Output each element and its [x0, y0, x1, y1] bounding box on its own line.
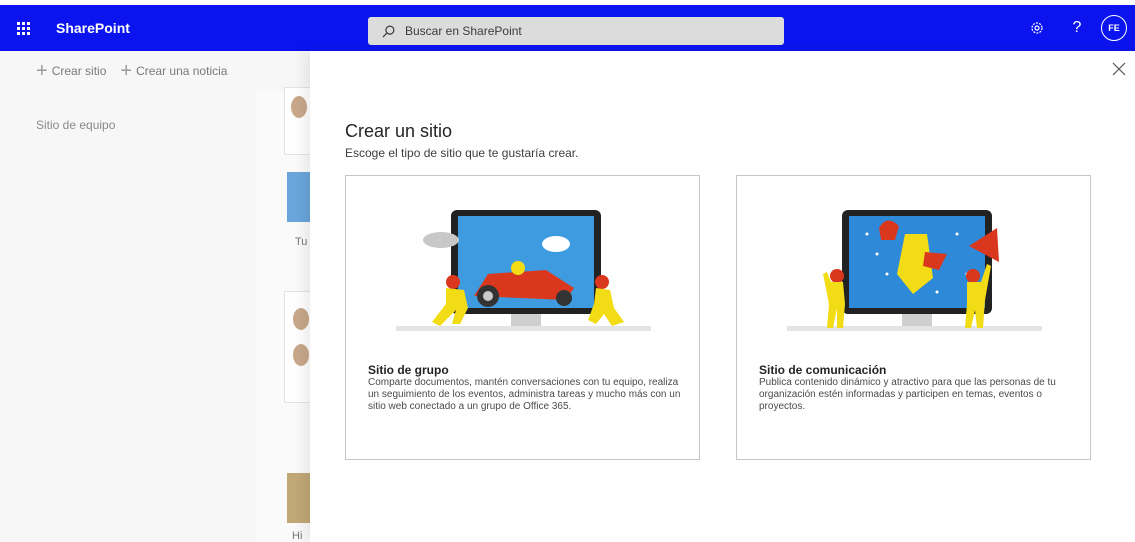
sharepoint-page: SharePoint Buscar en SharePoint ? FE + C…	[0, 0, 1135, 542]
app-name[interactable]: SharePoint	[56, 20, 130, 36]
avatar	[293, 308, 309, 330]
user-avatar[interactable]: FE	[1101, 15, 1127, 41]
search-icon	[382, 25, 395, 37]
gear-icon	[1031, 22, 1043, 34]
communication-site-illustration	[787, 210, 1042, 331]
team-site-option[interactable]: Sitio de grupo Comparte documentos, mant…	[345, 175, 700, 460]
plus-icon: +	[120, 60, 133, 82]
option-description: Comparte documentos, mantén conversacion…	[368, 377, 681, 412]
plus-icon: +	[36, 60, 48, 82]
background-text: Hi	[292, 530, 303, 542]
suite-bar-right: ? FE	[1017, 5, 1135, 51]
search-box[interactable]: Buscar en SharePoint	[368, 17, 784, 45]
help-icon: ?	[1072, 19, 1082, 36]
nav-item-team-site[interactable]: Sitio de equipo	[36, 118, 115, 132]
option-title: Sitio de comunicación	[759, 363, 887, 377]
create-news-button[interactable]: + Crear una noticia	[120, 61, 227, 81]
create-site-panel: Crear un sitio Escoge el tipo de sitio q…	[310, 51, 1135, 542]
team-site-illustration	[396, 210, 651, 331]
close-panel-button[interactable]	[1109, 59, 1129, 79]
help-button[interactable]: ?	[1057, 5, 1097, 51]
app-launcher-button[interactable]	[0, 5, 46, 51]
avatar	[291, 96, 307, 118]
background-text: Tu	[295, 236, 308, 248]
create-news-label: Crear una noticia	[136, 64, 228, 78]
option-title: Sitio de grupo	[368, 363, 449, 377]
suite-bar: SharePoint Buscar en SharePoint ? FE	[0, 5, 1135, 51]
communication-site-option[interactable]: Sitio de comunicación Publica contenido …	[736, 175, 1091, 460]
avatar	[293, 344, 309, 366]
create-site-label: Crear sitio	[51, 64, 107, 78]
command-bar: + Crear sitio + Crear una noticia	[0, 51, 310, 91]
create-site-button[interactable]: + Crear sitio	[36, 61, 106, 81]
panel-subtitle: Escoge el tipo de sitio que te gustaría …	[345, 146, 579, 160]
search-placeholder: Buscar en SharePoint	[405, 24, 522, 38]
close-icon	[1112, 62, 1126, 76]
settings-button[interactable]	[1017, 5, 1057, 51]
left-navigation: Sitio de equipo	[0, 91, 256, 542]
panel-title: Crear un sitio	[345, 121, 453, 141]
waffle-icon	[16, 21, 30, 35]
option-description: Publica contenido dinámico y atractivo p…	[759, 377, 1056, 412]
